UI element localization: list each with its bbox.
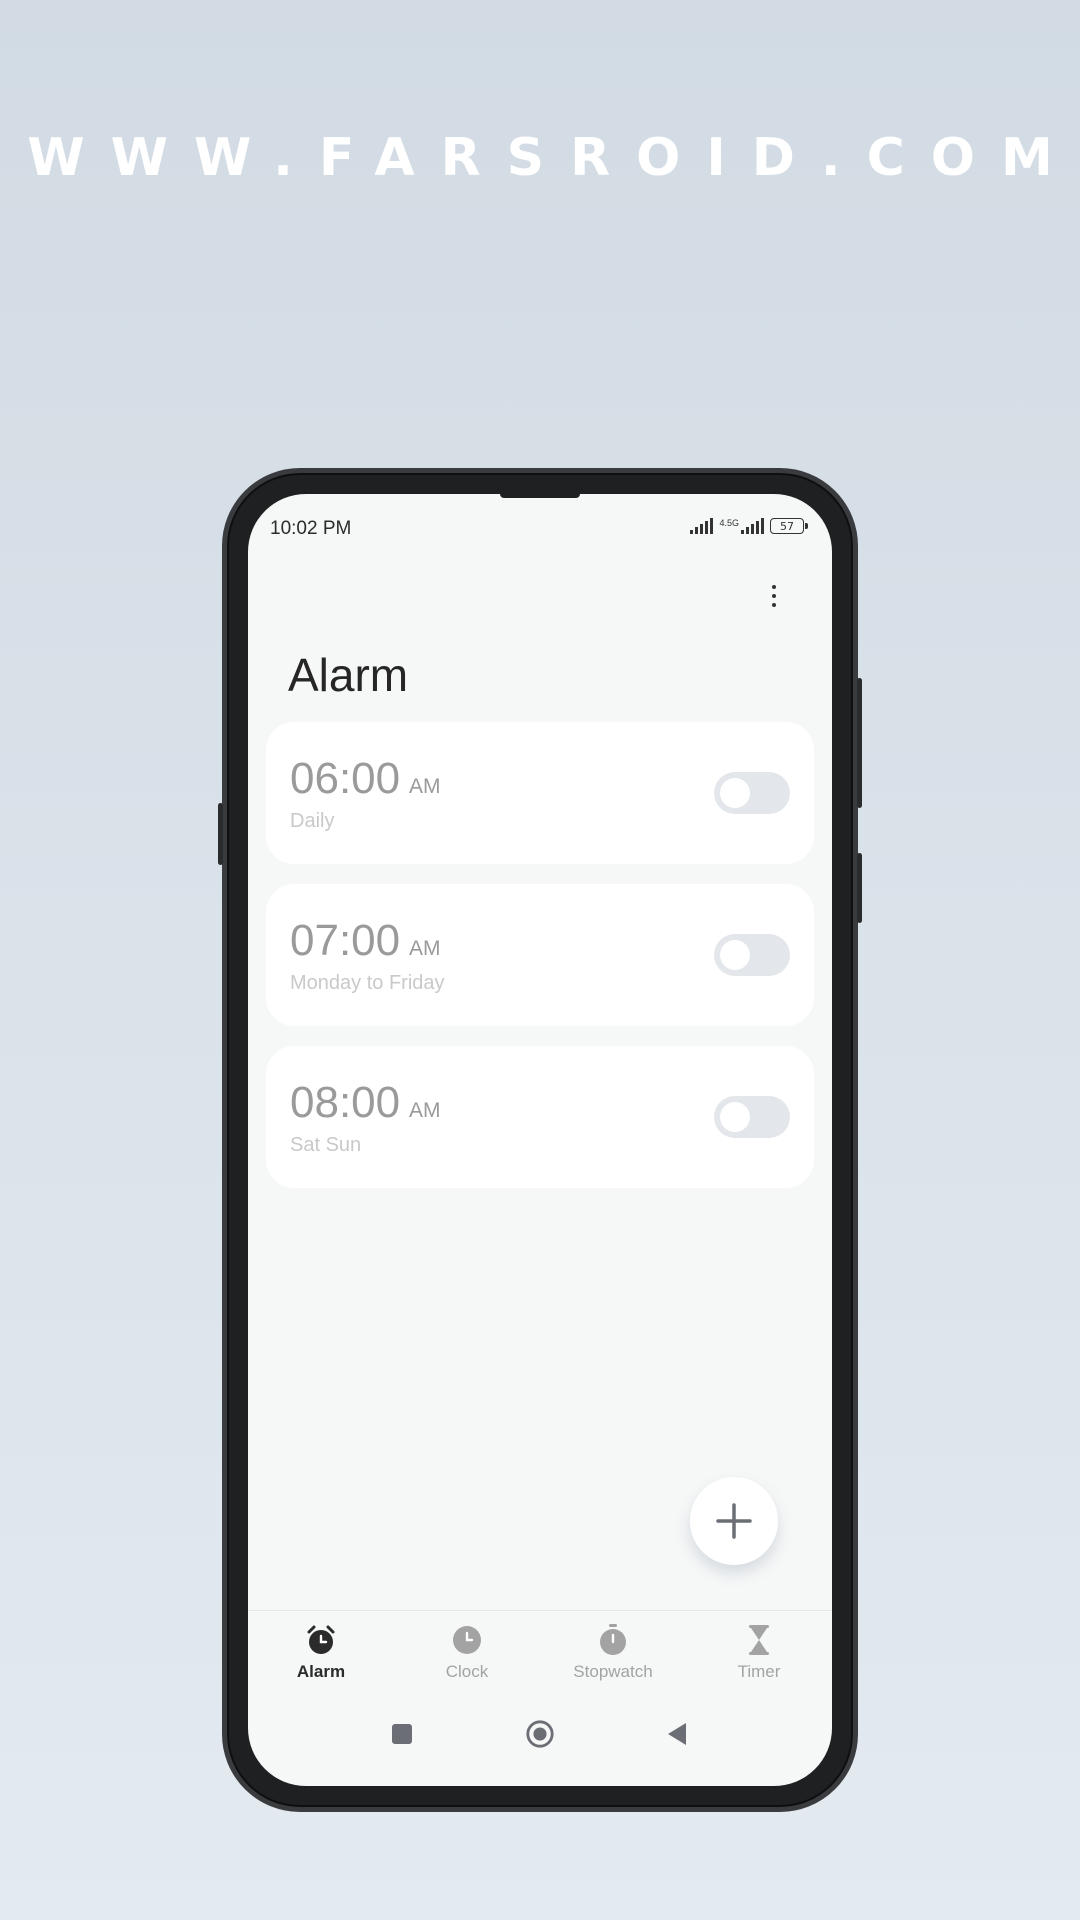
- back-button[interactable]: [663, 1719, 693, 1749]
- triangle-back-icon: [668, 1723, 686, 1745]
- alarm-period: AM: [409, 775, 441, 798]
- plus-icon: [716, 1503, 752, 1539]
- more-vertical-icon: [772, 585, 776, 589]
- alarm-repeat: Daily: [290, 810, 335, 832]
- alarm-repeat: Monday to Friday: [290, 972, 445, 994]
- tab-alarm[interactable]: Alarm: [248, 1611, 394, 1696]
- hourglass-icon: [742, 1623, 776, 1657]
- alarm-period: AM: [409, 937, 441, 960]
- recents-button[interactable]: [387, 1719, 417, 1749]
- signal-icon: [690, 518, 714, 534]
- square-icon: [392, 1724, 412, 1744]
- alarm-repeat: Sat Sun: [290, 1134, 362, 1156]
- tab-label: Alarm: [296, 1662, 346, 1681]
- alarm-toggle[interactable]: [714, 772, 790, 814]
- tab-stopwatch[interactable]: Stopwatch: [540, 1611, 686, 1696]
- bottom-nav: Alarm Clock Stopwatch Timer: [248, 1610, 832, 1696]
- tab-label: Timer: [737, 1662, 781, 1681]
- signal-icon-2: [741, 518, 764, 534]
- clock-icon: [450, 1623, 484, 1657]
- status-bar: 10:02 PM 4.5G 57: [248, 494, 832, 554]
- toggle-knob: [720, 940, 750, 970]
- watermark-text: WWW.FARSROID.COM: [27, 128, 1079, 188]
- alarm-time: 08:00: [290, 1078, 401, 1127]
- volume-button: [218, 803, 223, 865]
- alarm-item[interactable]: 07:00 AM Monday to Friday: [266, 884, 814, 1026]
- status-time: 10:02 PM: [270, 518, 352, 539]
- network-type: 4.5G: [719, 518, 739, 528]
- alarm-time: 07:00: [290, 916, 401, 965]
- alarm-time: 06:00: [290, 754, 401, 803]
- alarm-list: 06:00 AM Daily 07:00 AM Monday to Friday…: [266, 722, 814, 1208]
- tab-clock[interactable]: Clock: [394, 1611, 540, 1696]
- stopwatch-icon: [596, 1623, 630, 1657]
- phone-frame: 10:02 PM 4.5G 57 Alarm 06:00 AM Daily 07…: [218, 468, 862, 1812]
- battery-level: 57: [780, 519, 794, 533]
- alarm-item[interactable]: 08:00 AM Sat Sun: [266, 1046, 814, 1188]
- alarm-toggle[interactable]: [714, 1096, 790, 1138]
- tab-timer[interactable]: Timer: [686, 1611, 832, 1696]
- circle-icon: [526, 1720, 554, 1748]
- app-screen: 10:02 PM 4.5G 57 Alarm 06:00 AM Daily 07…: [248, 494, 832, 1786]
- alarm-item[interactable]: 06:00 AM Daily: [266, 722, 814, 864]
- side-button: [857, 853, 862, 923]
- power-button: [857, 678, 862, 808]
- alarm-toggle[interactable]: [714, 934, 790, 976]
- alarm-period: AM: [409, 1099, 441, 1122]
- tab-label: Stopwatch: [573, 1662, 653, 1681]
- toggle-knob: [720, 1102, 750, 1132]
- battery-icon: 57: [770, 518, 808, 534]
- tab-label: Clock: [445, 1662, 489, 1681]
- more-options-button[interactable]: [762, 576, 786, 616]
- toggle-knob: [720, 778, 750, 808]
- home-button[interactable]: [525, 1719, 555, 1749]
- alarm-clock-icon: [304, 1623, 338, 1657]
- status-icons: 4.5G 57: [690, 518, 808, 534]
- system-nav-bar: [248, 1704, 832, 1764]
- page-title: Alarm: [288, 649, 409, 701]
- add-alarm-button[interactable]: [690, 1477, 778, 1565]
